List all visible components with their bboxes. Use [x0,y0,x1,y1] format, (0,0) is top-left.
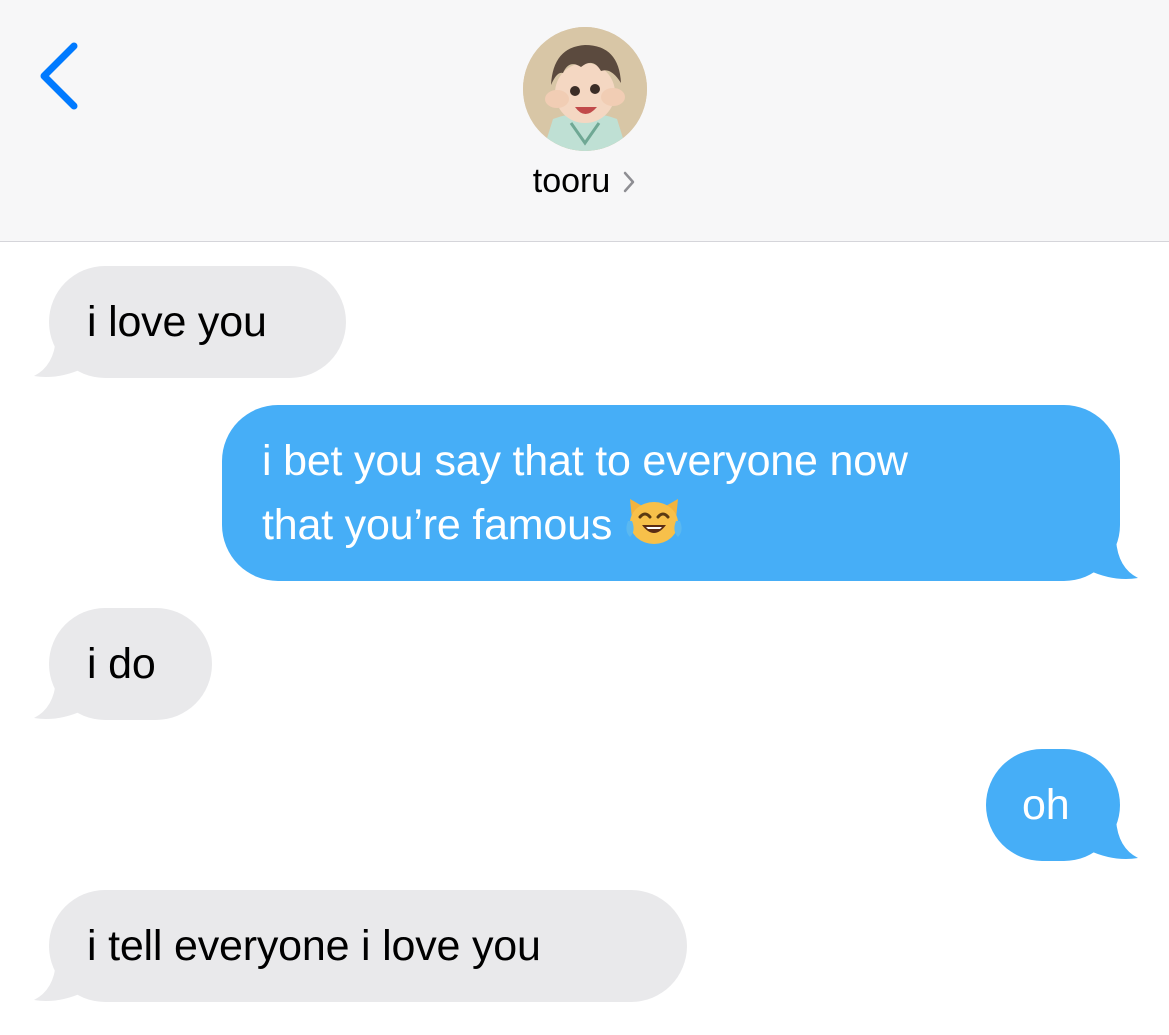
message-text: i do [87,640,156,688]
contact-info: tooru [0,0,1169,241]
contact-name-button[interactable]: tooru [0,162,1169,201]
cat-tears-of-joy-emoji-icon [622,491,686,563]
message-bubble-sent[interactable]: i bet you say that to everyone now that … [222,405,1120,581]
message-text: i bet you say that to everyone now [262,437,908,485]
message-text-line: that you’re famous [262,491,1120,563]
message-text: that you’re famous [262,501,613,549]
message-bubble-received[interactable]: i do [49,608,212,720]
message-text: oh [1022,781,1070,829]
message-text: i tell everyone i love you [87,922,541,970]
message-bubble-received[interactable]: i love you [49,266,346,378]
conversation-header: tooru [0,0,1169,242]
contact-name: tooru [532,162,611,200]
message-bubble-sent[interactable]: oh [986,749,1120,861]
message-text: i love you [87,298,267,346]
message-bubble-received[interactable]: i tell everyone i love you [49,890,687,1002]
avatar[interactable] [523,27,647,151]
chevron-right-icon [622,170,636,194]
